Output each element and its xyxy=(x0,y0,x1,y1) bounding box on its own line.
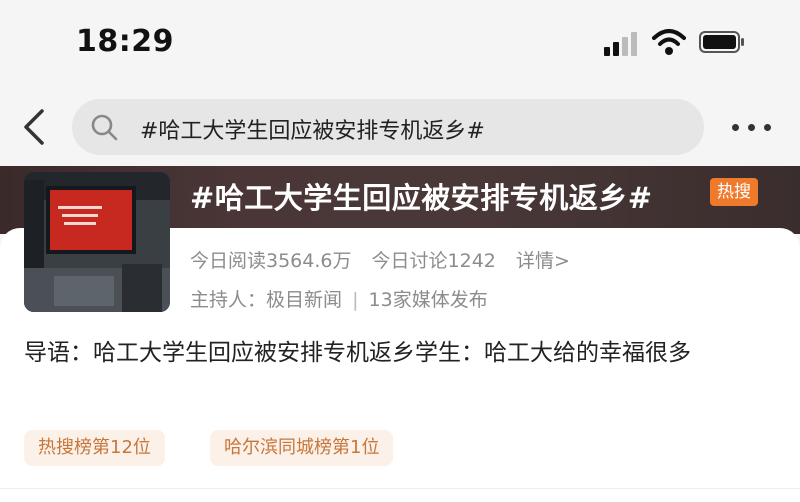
reads-count: 今日阅读3564.6万 xyxy=(190,250,352,272)
host-label[interactable]: 主持人：极目新闻 xyxy=(190,289,342,311)
topic-stats: 今日阅读3564.6万 今日讨论1242 详情> xyxy=(190,246,584,273)
topic-title: #哈工大学生回应被安排专机返乡# xyxy=(190,181,653,215)
search-query-text: #哈工大学生回应被安排专机返乡# xyxy=(140,119,485,144)
status-time: 18:29 xyxy=(76,24,174,59)
host-separator: | xyxy=(352,289,359,311)
tag-city-rank[interactable]: 哈尔滨同城榜第1位 xyxy=(210,430,394,466)
signal-icon xyxy=(604,30,644,56)
search-bar-row: #哈工大学生回应被安排专机返乡# xyxy=(0,88,800,166)
search-icon xyxy=(91,114,118,141)
discussion-count: 今日讨论1242 xyxy=(371,250,496,272)
back-arrow-icon[interactable] xyxy=(20,108,50,146)
divider xyxy=(0,488,800,489)
details-link[interactable]: 详情> xyxy=(516,250,570,272)
media-count[interactable]: 13家媒体发布 xyxy=(369,289,488,311)
topic-intro: 导语：哈工大学生回应被安排专机返乡学生：哈工大给的幸福很多 xyxy=(24,340,691,366)
battery-icon xyxy=(699,31,744,53)
search-input[interactable]: #哈工大学生回应被安排专机返乡# xyxy=(72,99,704,155)
topic-host-line: 主持人：极目新闻 | 13家媒体发布 xyxy=(190,285,488,312)
hot-badge: 热搜 xyxy=(710,178,758,206)
status-bar: 18:29 xyxy=(0,0,800,88)
wifi-icon xyxy=(652,29,686,55)
more-dots-icon[interactable] xyxy=(728,110,776,144)
tag-hot-rank[interactable]: 热搜榜第12位 xyxy=(24,430,165,466)
topic-thumbnail[interactable] xyxy=(24,172,170,312)
